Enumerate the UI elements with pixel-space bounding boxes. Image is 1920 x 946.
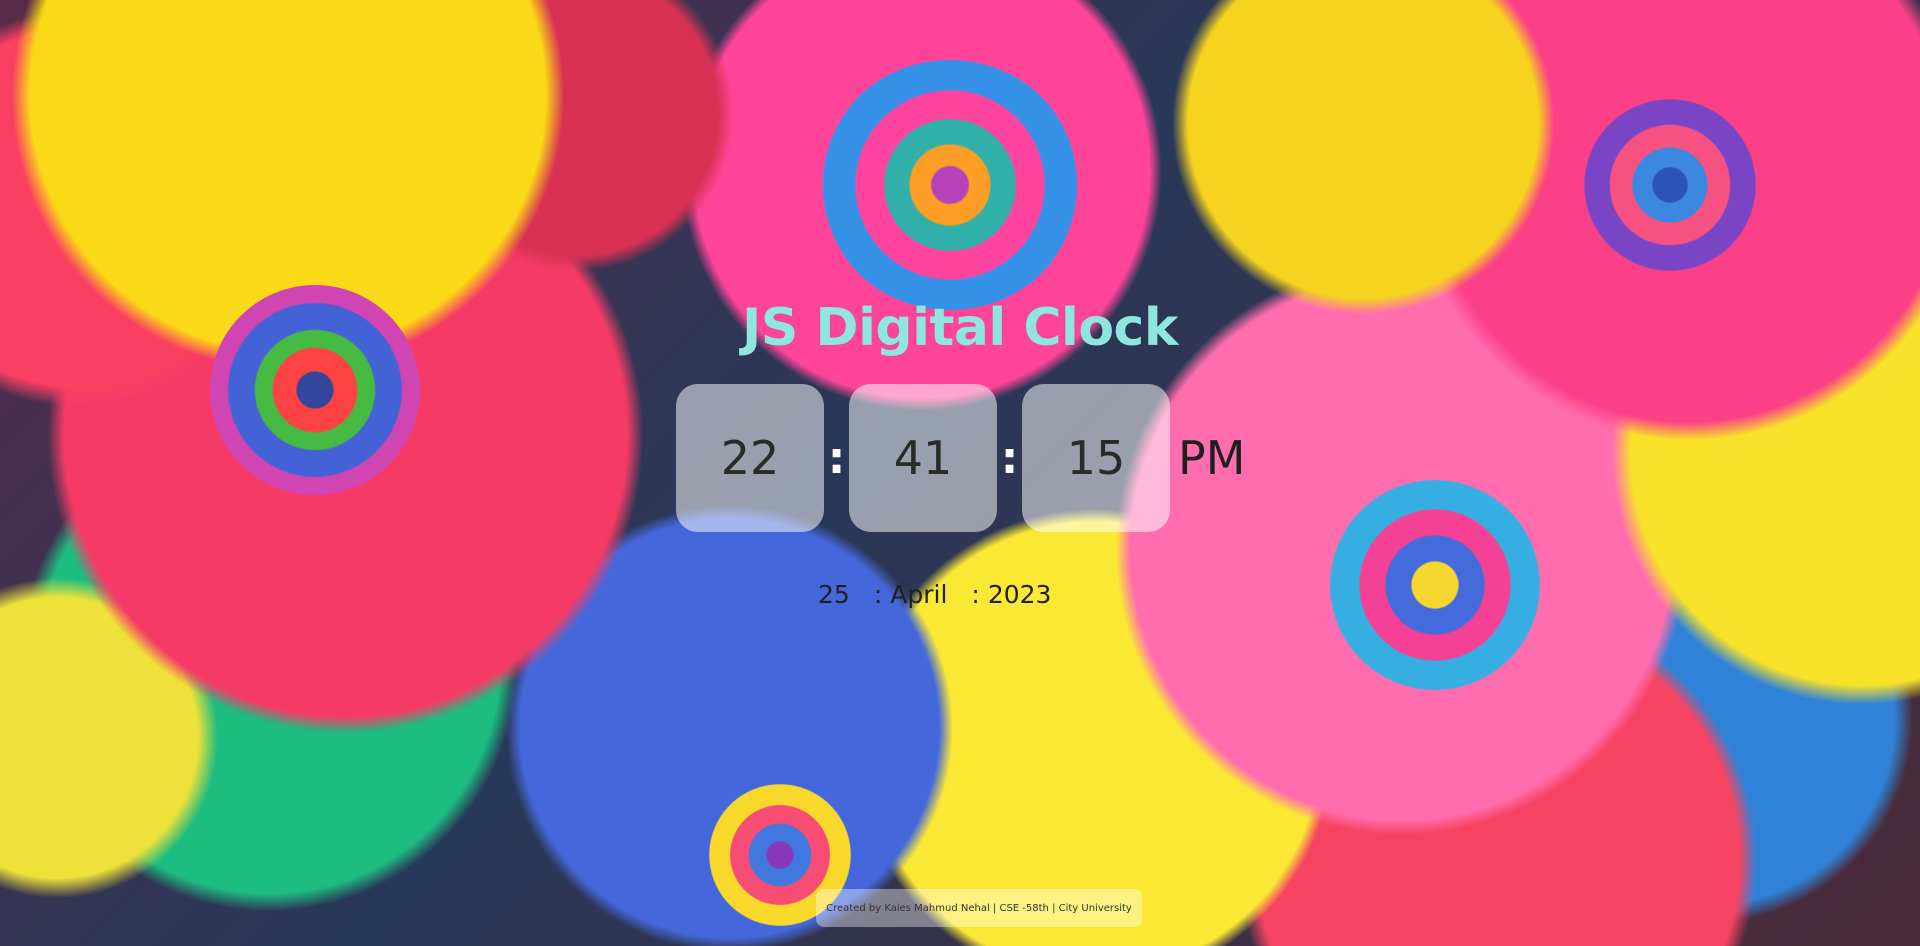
date-separator: : xyxy=(873,580,883,609)
date-day: 25 xyxy=(818,580,850,609)
date-display: 25 : April : 2023 xyxy=(818,580,1051,609)
footer-credit: Created by Kaies Mahmud Nehal | CSE -58t… xyxy=(816,889,1142,927)
date-year: 2023 xyxy=(987,580,1052,609)
clock-display: 22 : 41 : 15 PM xyxy=(676,384,1245,532)
date-month: April xyxy=(890,580,948,609)
page-title: JS Digital Clock xyxy=(742,298,1178,358)
time-separator: : xyxy=(1000,432,1019,484)
seconds-box: 15 xyxy=(1022,384,1170,532)
footer-credit-text: Created by Kaies Mahmud Nehal | CSE -58t… xyxy=(826,902,1132,914)
date-separator: : xyxy=(971,580,980,609)
hours-box: 22 xyxy=(676,384,824,532)
minutes-box: 41 xyxy=(849,384,997,532)
time-separator: : xyxy=(827,432,846,484)
ampm-indicator: PM xyxy=(1178,431,1246,485)
